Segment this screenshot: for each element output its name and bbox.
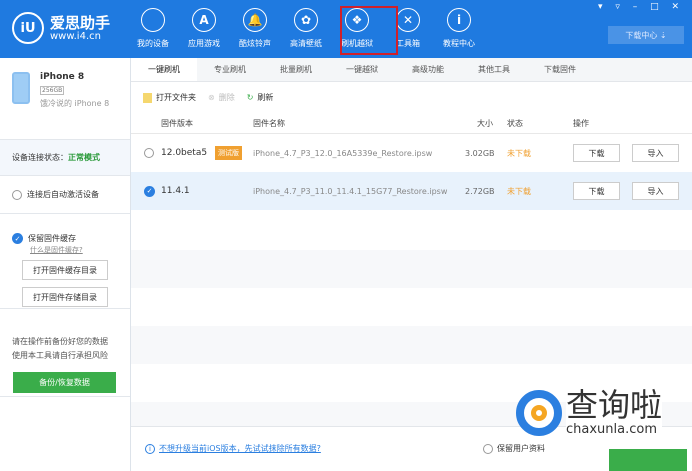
- flash-now-button[interactable]: [609, 449, 687, 471]
- backup-restore-button[interactable]: 备份/恢复数据: [13, 372, 116, 393]
- nav-app-store[interactable]: A 应用游戏: [179, 8, 229, 49]
- status-value: 正常模式: [68, 153, 100, 162]
- nav-info[interactable]: i 教程中心: [434, 8, 484, 49]
- firmware-status: 未下载: [507, 148, 531, 158]
- logo-icon: iU: [12, 12, 44, 44]
- nav-label: 我的设备: [137, 39, 169, 48]
- firmware-size: 2.72GB: [465, 186, 495, 196]
- tab-1[interactable]: 专业刷机: [197, 58, 263, 81]
- nav-label: 应用游戏: [188, 39, 220, 48]
- import-button[interactable]: 导入: [632, 144, 679, 162]
- device-name: iPhone 8: [40, 72, 85, 82]
- nav-bell[interactable]: 🔔 酷炫铃声: [230, 8, 280, 49]
- firmware-name: iPhone_4.7_P3_11.0_11.4.1_15G77_Restore.…: [253, 186, 448, 196]
- app-logo: iU 爱思助手 www.i4.cn: [12, 12, 110, 44]
- what-is-cache-link[interactable]: 什么是固件缓存?: [30, 245, 83, 255]
- nav-label: 高清壁纸: [290, 39, 322, 48]
- device-desc: 饿冷说的 iPhone 8: [40, 99, 110, 108]
- watermark-text: 查询啦: [566, 386, 663, 424]
- download-button[interactable]: 下载: [573, 144, 620, 162]
- tab-2[interactable]: 批量刷机: [263, 58, 329, 81]
- delete-button[interactable]: 删除: [219, 92, 235, 103]
- firmware-size: 3.02GB: [465, 148, 495, 158]
- open-folder-button[interactable]: 打开文件夹: [156, 92, 196, 103]
- tab-5[interactable]: 其他工具: [461, 58, 527, 81]
- firmware-name: iPhone_4.7_P3_12.0_16A5339e_Restore.ipsw: [253, 148, 433, 158]
- tab-4[interactable]: 高级功能: [395, 58, 461, 81]
- firmware-status: 未下载: [507, 186, 531, 196]
- top-header: iU 爱思助手 www.i4.cn 我的设备 A 应用游戏 🔔 酷炫铃声 ✿ 高清壁纸 ❖ 刷机越…: [0, 0, 692, 58]
- firmware-version: 12.0beta5: [161, 148, 208, 158]
- auto-activate-option[interactable]: 连接后自动激活设备: [0, 176, 130, 214]
- status-label: 设备连接状态：: [12, 153, 68, 162]
- col-status: 状态: [507, 119, 523, 128]
- device-capacity: 256GB: [40, 86, 65, 95]
- table-header: 固件版本 固件名称 大小 状态 操作: [131, 118, 692, 134]
- watermark-logo-icon: [516, 389, 562, 436]
- sidebar: iPhone 8 256GB 饿冷说的 iPhone 8 设备连接状态： 正常模式…: [0, 58, 131, 471]
- app-store-icon: A: [192, 8, 216, 32]
- open-storage-dir-button[interactable]: 打开固件存储目录: [22, 287, 108, 307]
- tab-6[interactable]: 下载固件: [527, 58, 593, 81]
- download-center-button[interactable]: 下载中心 ⇣: [608, 26, 684, 44]
- nav-apple[interactable]: 我的设备: [128, 8, 178, 49]
- delete-icon: ⊗: [208, 93, 215, 102]
- erase-data-link[interactable]: 不想升级当前iOS版本，先试试抹除所有数据?: [159, 443, 321, 454]
- warning-section: 请在操作前备份好您的数据 使用本工具请自行承担风险 备份/恢复数据: [0, 309, 130, 397]
- keep-data-label: 保留用户资料: [497, 444, 545, 453]
- beta-badge: 测试版: [215, 146, 242, 160]
- col-name: 固件名称: [253, 119, 285, 128]
- nav-label: 酷炫铃声: [239, 39, 271, 48]
- nav-label: 教程中心: [443, 39, 475, 48]
- bell-icon: 🔔: [243, 8, 267, 32]
- apple-icon: [141, 8, 165, 32]
- table-row[interactable]: ✓ 11.4.1 iPhone_4.7_P3_11.0_11.4.1_15G77…: [131, 172, 692, 210]
- keep-data-radio[interactable]: [483, 443, 493, 454]
- flower-icon: ✿: [294, 8, 318, 32]
- col-size: 大小: [477, 119, 493, 128]
- app-name: 爱思助手: [50, 13, 111, 32]
- refresh-button[interactable]: 刷新: [257, 92, 273, 103]
- watermark: 查询啦 chaxunla.com: [516, 386, 663, 437]
- nav-label: 工具箱: [396, 39, 420, 48]
- cache-section: ✓ 保留固件缓存 什么是固件缓存? 打开固件缓存目录 打开固件存储目录: [0, 214, 130, 309]
- connection-status: 设备连接状态： 正常模式: [0, 140, 130, 176]
- tab-bar: 一键刷机 专业刷机 批量刷机 一键越狱 高级功能 其他工具 下载固件: [131, 58, 692, 82]
- download-button[interactable]: 下载: [573, 182, 620, 200]
- import-button[interactable]: 导入: [632, 182, 679, 200]
- auto-activate-label: 连接后自动激活设备: [27, 190, 99, 199]
- tab-0[interactable]: 一键刷机: [131, 58, 197, 81]
- info-icon: i: [145, 443, 155, 454]
- open-cache-dir-button[interactable]: 打开固件缓存目录: [22, 260, 108, 280]
- nav-flower[interactable]: ✿ 高清壁纸: [281, 8, 331, 49]
- tools-icon: ✕: [396, 8, 420, 32]
- highlight-box: [340, 6, 398, 55]
- device-card: iPhone 8 256GB 饿冷说的 iPhone 8: [0, 58, 130, 140]
- folder-icon: [143, 92, 152, 103]
- refresh-icon: ↻: [246, 93, 254, 102]
- info-icon: i: [447, 8, 471, 32]
- table-row[interactable]: 12.0beta5 测试版 iPhone_4.7_P3_12.0_16A5339…: [131, 134, 692, 172]
- col-action: 操作: [573, 119, 589, 128]
- window-controls[interactable]: ▾ ▿ – □ ✕: [598, 2, 684, 12]
- row-select-radio[interactable]: ✓: [144, 185, 155, 197]
- phone-icon: [12, 72, 30, 104]
- watermark-url: chaxunla.com: [566, 422, 657, 437]
- warning-text-2: 使用本工具请自行承担风险: [12, 351, 108, 360]
- warning-text-1: 请在操作前备份好您的数据: [12, 337, 108, 346]
- auto-activate-radio[interactable]: [12, 189, 22, 200]
- toolbar: 打开文件夹 ⊗ 删除 ↻ 刷新: [143, 92, 273, 103]
- firmware-version: 11.4.1: [161, 186, 190, 196]
- site-url: www.i4.cn: [50, 30, 101, 42]
- col-version: 固件版本: [161, 119, 193, 128]
- tab-3[interactable]: 一键越狱: [329, 58, 395, 81]
- keep-cache-checkbox[interactable]: ✓: [12, 233, 23, 244]
- keep-cache-label: 保留固件缓存: [28, 234, 76, 243]
- row-select-radio[interactable]: [144, 148, 154, 158]
